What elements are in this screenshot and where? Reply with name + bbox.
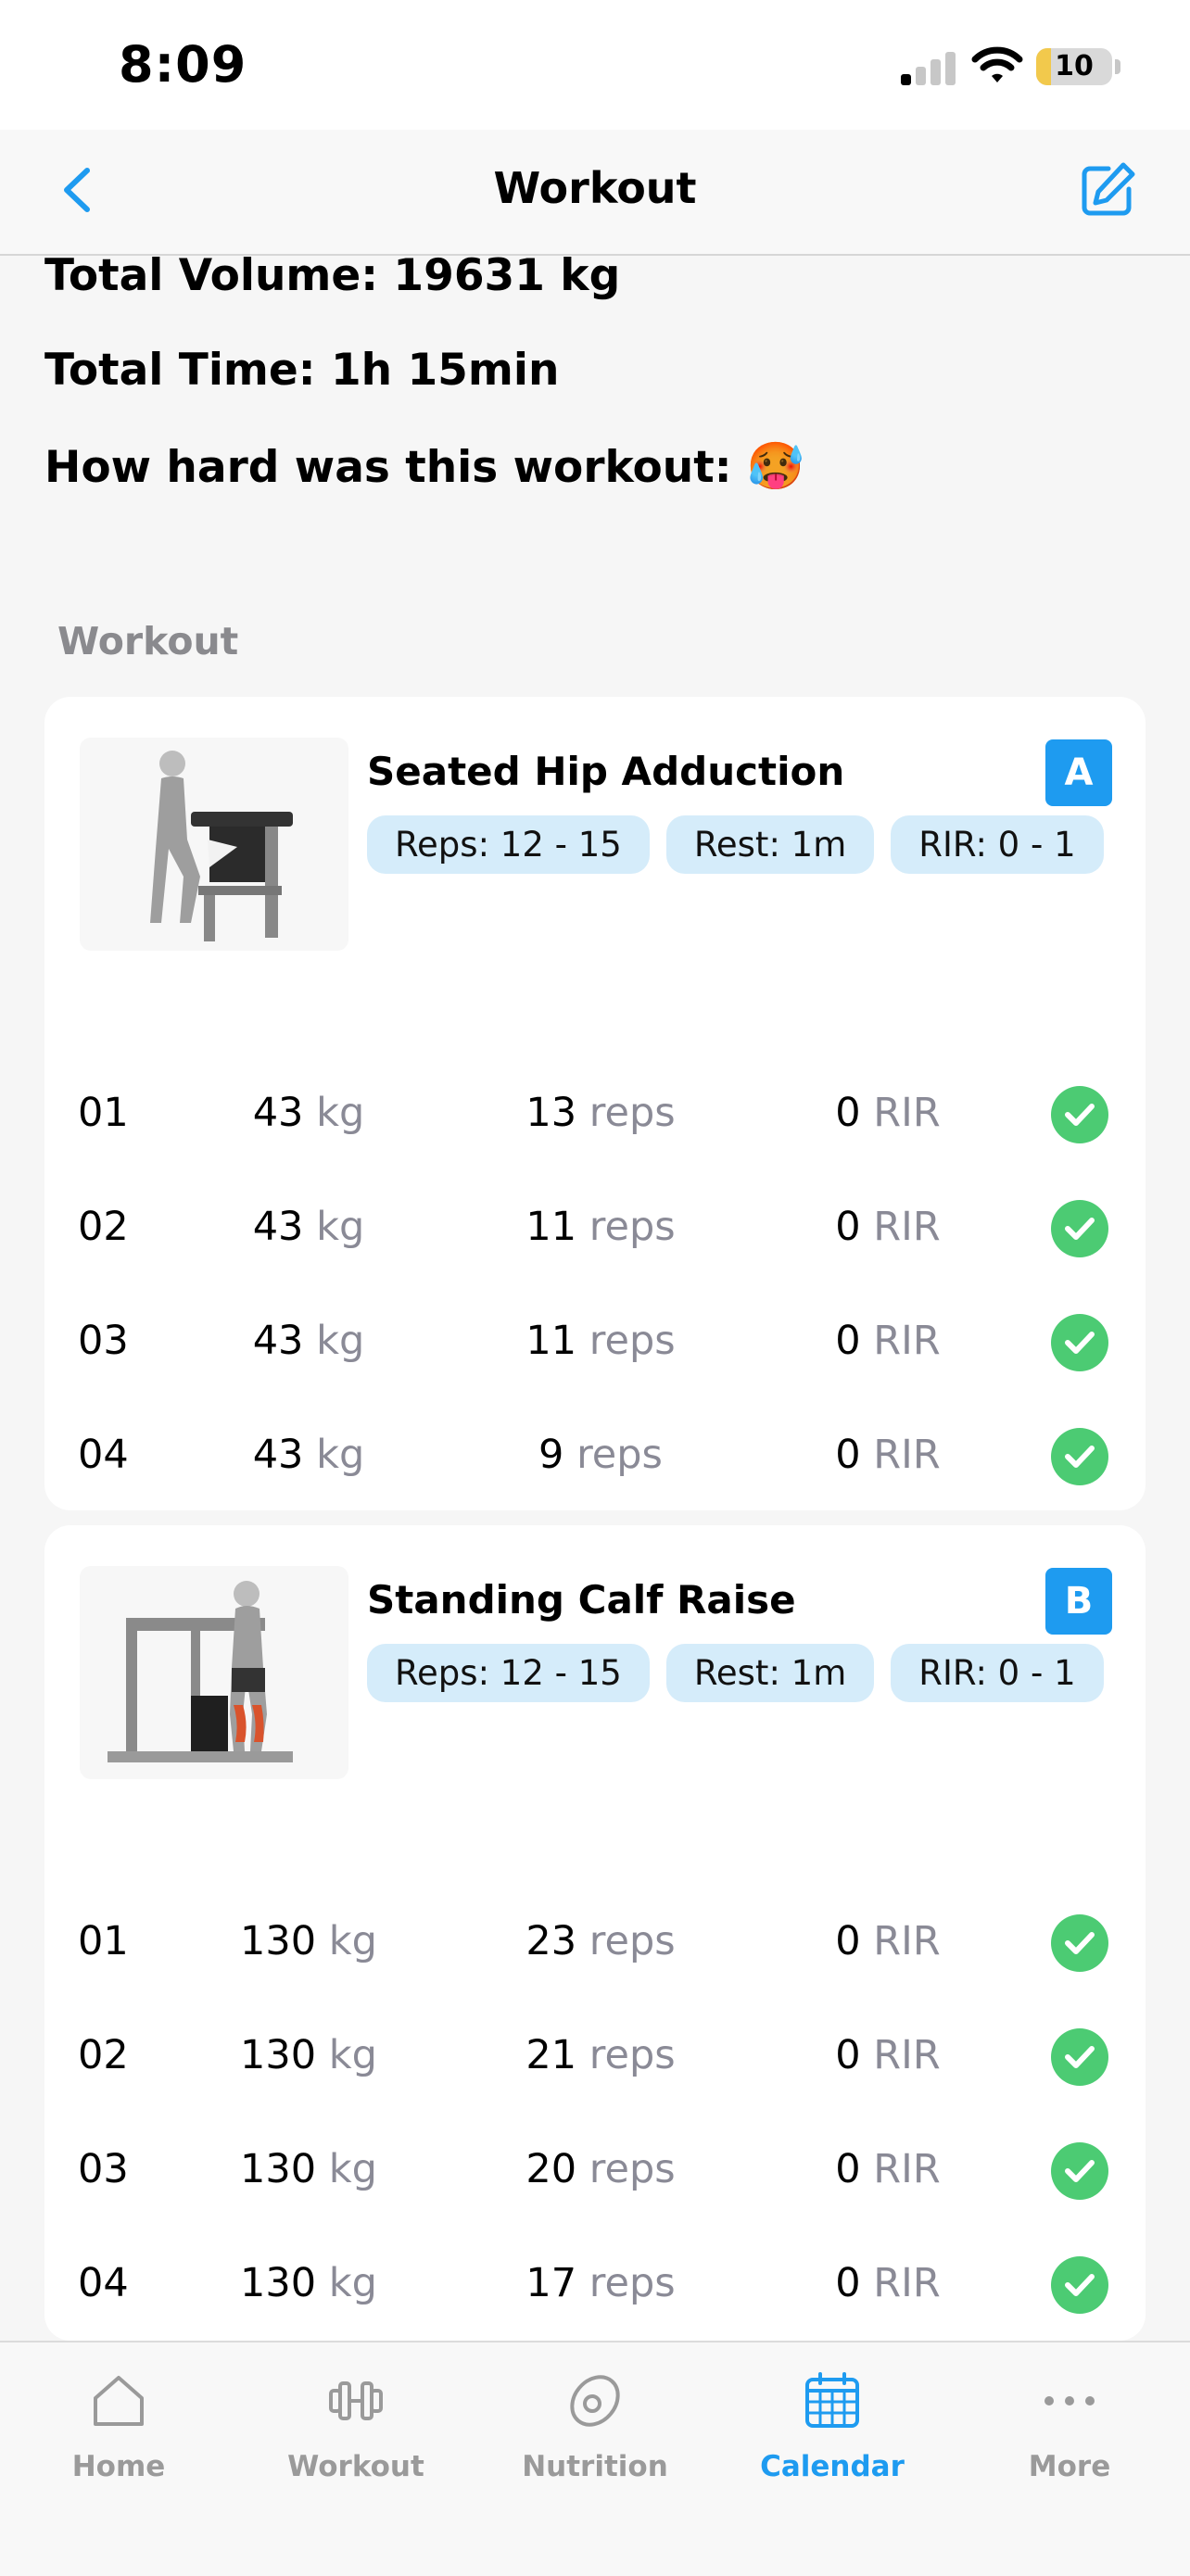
- completed-check-icon[interactable]: [1051, 2256, 1108, 2314]
- total-volume: Total Volume: 19631 kg: [44, 250, 621, 301]
- page-title: Workout: [493, 163, 697, 213]
- set-reps: 13 reps: [525, 1090, 676, 1136]
- reps-pill: Reps: 12 - 15: [367, 1644, 650, 1702]
- navigation-bar: Workout: [0, 130, 1190, 256]
- cellular-signal-icon: [901, 52, 956, 85]
- rest-pill: Rest: 1m: [665, 815, 875, 874]
- tab-home[interactable]: Home: [26, 2368, 211, 2483]
- calf-raise-machine-image: [108, 1581, 293, 1762]
- completed-check-icon[interactable]: [1051, 2028, 1108, 2086]
- home-icon: [94, 2376, 144, 2426]
- completed-check-icon[interactable]: [1051, 1914, 1108, 1972]
- set-weight: 130 kg: [240, 2260, 377, 2306]
- tab-label: Calendar: [760, 2450, 905, 2483]
- status-bar: 8:09 10: [0, 0, 1190, 130]
- total-time: Total Time: 1h 15min: [44, 345, 560, 396]
- edit-icon[interactable]: [1075, 158, 1140, 222]
- tab-more[interactable]: More: [977, 2368, 1162, 2483]
- set-rir: 0 RIR: [835, 1204, 941, 1250]
- set-number: 01: [78, 1090, 129, 1136]
- completed-check-icon[interactable]: [1051, 2142, 1108, 2200]
- reps-pill: Reps: 12 - 15: [367, 815, 650, 874]
- exercise-card[interactable]: Seated Hip Adduction Reps: 12 - 15 Rest:…: [44, 697, 1146, 1510]
- set-weight: 43 kg: [252, 1090, 365, 1136]
- set-reps: 20 reps: [525, 2146, 676, 2192]
- set-number: 04: [78, 1432, 129, 1478]
- exercise-thumbnail[interactable]: [80, 738, 348, 951]
- completed-check-icon[interactable]: [1051, 1086, 1108, 1143]
- set-rir: 0 RIR: [835, 1090, 941, 1136]
- set-row[interactable]: 03 130 kg 20 reps 0 RIR: [44, 2126, 1146, 2215]
- set-row[interactable]: 04 43 kg 9 reps 0 RIR: [44, 1411, 1146, 1500]
- more-icon: [1044, 2396, 1095, 2406]
- set-row[interactable]: 03 43 kg 11 reps 0 RIR: [44, 1297, 1146, 1386]
- exercise-card[interactable]: Standing Calf Raise Reps: 12 - 15 Rest: …: [44, 1525, 1146, 2341]
- difficulty-label: How hard was this workout:: [44, 442, 732, 493]
- set-row[interactable]: 02 130 kg 21 reps 0 RIR: [44, 2012, 1146, 2101]
- battery-level: 10: [1055, 50, 1094, 82]
- tab-label: More: [1028, 2450, 1111, 2483]
- exercise-targets: Reps: 12 - 15 Rest: 1m RIR: 0 - 1: [367, 1644, 1104, 1702]
- difficulty-emoji[interactable]: 🥵: [747, 439, 804, 493]
- set-weight: 43 kg: [252, 1318, 365, 1364]
- set-row[interactable]: 02 43 kg 11 reps 0 RIR: [44, 1183, 1146, 1272]
- completed-check-icon[interactable]: [1051, 1200, 1108, 1257]
- tab-bar: Home Workout Nutrition Calendar More: [0, 2341, 1190, 2576]
- difficulty-row: How hard was this workout: 🥵: [44, 439, 804, 494]
- set-reps: 23 reps: [525, 1918, 676, 1964]
- completed-check-icon[interactable]: [1051, 1314, 1108, 1371]
- set-weight: 130 kg: [240, 2146, 377, 2192]
- set-rir: 0 RIR: [835, 1318, 941, 1364]
- exercise-name: Standing Calf Raise: [367, 1577, 796, 1623]
- tab-label: Nutrition: [522, 2450, 668, 2483]
- set-reps: 11 reps: [525, 1318, 676, 1364]
- set-number: 01: [78, 1918, 129, 1964]
- set-number: 02: [78, 1204, 129, 1250]
- set-reps: 11 reps: [525, 1204, 676, 1250]
- exercise-badge: B: [1045, 1568, 1112, 1635]
- tab-workout[interactable]: Workout: [263, 2368, 449, 2483]
- set-rir: 0 RIR: [835, 2260, 941, 2306]
- tab-label: Home: [71, 2450, 166, 2483]
- set-weight: 43 kg: [252, 1432, 365, 1478]
- set-reps: 9 reps: [538, 1432, 663, 1478]
- exercise-name: Seated Hip Adduction: [367, 749, 845, 794]
- set-rir: 0 RIR: [835, 2032, 941, 2078]
- set-rir: 0 RIR: [835, 2146, 941, 2192]
- set-number: 04: [78, 2260, 129, 2306]
- exercise-thumbnail[interactable]: [80, 1566, 348, 1779]
- battery-icon: 10: [1036, 48, 1112, 85]
- set-number: 02: [78, 2032, 129, 2078]
- set-number: 03: [78, 2146, 129, 2192]
- set-reps: 21 reps: [525, 2032, 676, 2078]
- set-rir: 0 RIR: [835, 1432, 941, 1478]
- tab-label: Workout: [287, 2450, 424, 2483]
- tab-calendar[interactable]: Calendar: [740, 2368, 925, 2483]
- wifi-icon: [971, 46, 1023, 82]
- dumbbell-icon: [329, 2381, 383, 2420]
- rest-pill: Rest: 1m: [665, 1644, 875, 1702]
- set-row[interactable]: 04 130 kg 17 reps 0 RIR: [44, 2240, 1146, 2329]
- set-number: 03: [78, 1318, 129, 1364]
- section-header: Workout: [57, 619, 239, 663]
- set-row[interactable]: 01 130 kg 23 reps 0 RIR: [44, 1898, 1146, 1987]
- avocado-icon: [570, 2375, 620, 2427]
- battery-nub: [1115, 59, 1120, 74]
- set-row[interactable]: 01 43 kg 13 reps 0 RIR: [44, 1069, 1146, 1158]
- calendar-icon: [805, 2372, 859, 2428]
- set-reps: 17 reps: [525, 2260, 676, 2306]
- rir-pill: RIR: 0 - 1: [891, 815, 1104, 874]
- rir-pill: RIR: 0 - 1: [891, 1644, 1104, 1702]
- set-rir: 0 RIR: [835, 1918, 941, 1964]
- tab-nutrition[interactable]: Nutrition: [502, 2368, 688, 2483]
- completed-check-icon[interactable]: [1051, 1428, 1108, 1485]
- set-weight: 130 kg: [240, 1918, 377, 1964]
- exercise-targets: Reps: 12 - 15 Rest: 1m RIR: 0 - 1: [367, 815, 1104, 874]
- hip-adduction-machine-image: [150, 751, 293, 941]
- status-time: 8:09: [119, 35, 247, 94]
- set-weight: 43 kg: [252, 1204, 365, 1250]
- set-weight: 130 kg: [240, 2032, 377, 2078]
- exercise-badge: A: [1045, 739, 1112, 806]
